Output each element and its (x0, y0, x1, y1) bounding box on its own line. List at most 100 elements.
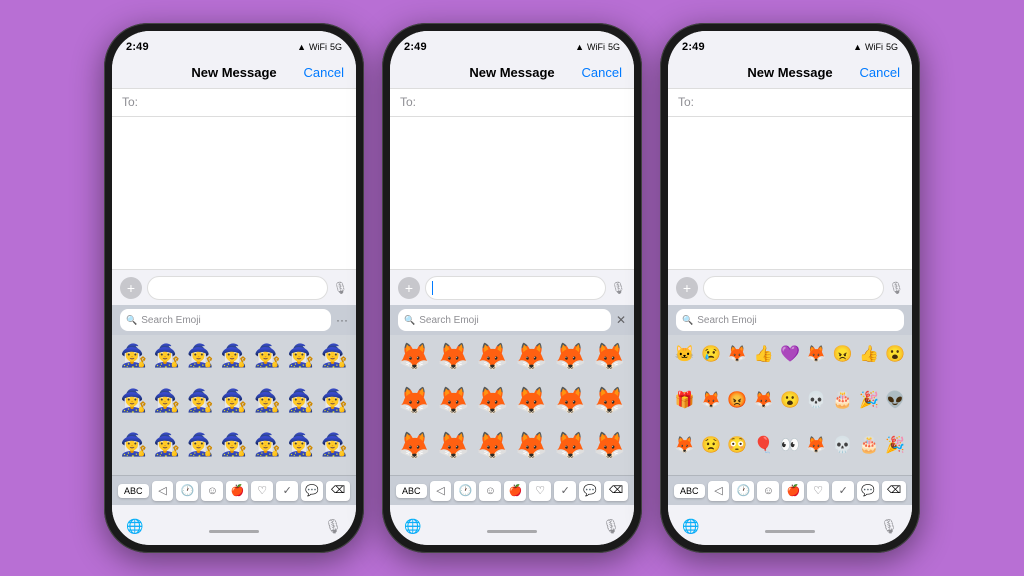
emoji-cell[interactable]: 👍 (751, 337, 776, 371)
text-input-1[interactable] (147, 276, 328, 300)
heart-icon-1[interactable]: ♡ (251, 481, 273, 501)
speech-icon-2[interactable]: 💬 (579, 481, 601, 501)
emoji-cell[interactable]: 🦊 (396, 384, 433, 418)
emoji-cell[interactable]: 🦊 (698, 383, 723, 417)
emoji-cell[interactable]: 🧙‍♀️ (218, 339, 249, 373)
recent-icon-2[interactable]: 🕐 (454, 481, 476, 501)
delete-button-3[interactable]: ⌫ (882, 481, 906, 501)
emoji-cell[interactable]: 💜 (777, 337, 802, 371)
mic-button-1[interactable]: 🎙 (324, 518, 342, 535)
nature-icon-1[interactable]: 🍎 (226, 481, 248, 501)
heart-icon-2[interactable]: ♡ (529, 481, 551, 501)
nature-icon-3[interactable]: 🍎 (782, 481, 804, 501)
check-icon-1[interactable]: ✓ (276, 481, 298, 501)
emoji-cell[interactable]: 🦊 (591, 384, 628, 418)
emoji-cell[interactable]: 🦊 (474, 339, 511, 373)
emoji-cell[interactable]: 💀 (830, 428, 855, 462)
emoji-cell[interactable]: 🧙‍♀️ (218, 428, 249, 462)
emoji-cell[interactable]: 🧙‍♀️ (319, 339, 350, 373)
emoji-cell[interactable]: 🦊 (435, 384, 472, 418)
mic-icon-2[interactable]: 🎙 (611, 281, 626, 295)
emoji-cell[interactable]: 🦊 (751, 383, 776, 417)
emoji-cell[interactable]: 🦊 (435, 339, 472, 373)
speech-icon-3[interactable]: 💬 (857, 481, 879, 501)
globe-icon-2[interactable]: 🌐 (404, 518, 421, 535)
mic-icon-1[interactable]: 🎙 (333, 281, 348, 295)
smiley-icon-2[interactable]: ☺ (479, 481, 501, 501)
emoji-cell[interactable]: 🎂 (856, 428, 881, 462)
emoji-cell[interactable]: 🦊 (804, 428, 829, 462)
text-input-2[interactable] (425, 276, 606, 300)
globe-icon-1[interactable]: 🌐 (126, 518, 143, 535)
emoji-cell[interactable]: 🧙‍♀️ (118, 339, 149, 373)
emoji-cell[interactable]: 🎁 (672, 383, 697, 417)
back-arrow-2[interactable]: ◁ (430, 481, 452, 501)
cancel-button-2[interactable]: Cancel (582, 65, 622, 80)
emoji-cell[interactable]: 🧙‍♀️ (185, 428, 216, 462)
emoji-search-input-2[interactable]: 🔍 Search Emoji (398, 309, 611, 331)
emoji-cell[interactable]: 🧙‍♀️ (185, 384, 216, 418)
emoji-cell[interactable]: 🧙‍♀️ (118, 428, 149, 462)
emoji-cell[interactable]: 😟 (698, 428, 723, 462)
nature-icon-2[interactable]: 🍎 (504, 481, 526, 501)
recent-icon-3[interactable]: 🕐 (732, 481, 754, 501)
emoji-cell[interactable]: 🦊 (804, 337, 829, 371)
emoji-cell[interactable]: 😮 (883, 337, 908, 371)
message-area-3[interactable] (668, 117, 912, 269)
emoji-cell[interactable]: 🦊 (552, 384, 589, 418)
emoji-cell[interactable]: 😡 (725, 383, 750, 417)
emoji-cell[interactable]: 💀 (804, 383, 829, 417)
abc-button-3[interactable]: ABC (674, 484, 705, 498)
cancel-button-3[interactable]: Cancel (860, 65, 900, 80)
check-icon-3[interactable]: ✓ (832, 481, 854, 501)
emoji-cell[interactable]: 🦊 (474, 384, 511, 418)
delete-button-1[interactable]: ⌫ (326, 481, 350, 501)
emoji-cell[interactable]: 🦊 (435, 428, 472, 462)
message-area-2[interactable] (390, 117, 634, 269)
emoji-cell[interactable]: 😮 (777, 383, 802, 417)
emoji-cell[interactable]: 🦊 (552, 428, 589, 462)
emoji-cell[interactable]: 🦊 (396, 339, 433, 373)
emoji-cell[interactable]: 🧙‍♀️ (319, 428, 350, 462)
emoji-cell[interactable]: 👽 (883, 383, 908, 417)
emoji-cell[interactable]: 🧙‍♀️ (285, 339, 316, 373)
emoji-cell[interactable]: 🧙‍♀️ (151, 428, 182, 462)
speech-icon-1[interactable]: 💬 (301, 481, 323, 501)
emoji-cell[interactable]: 🎉 (883, 428, 908, 462)
emoji-cell[interactable]: 🦊 (725, 337, 750, 371)
emoji-cell[interactable]: 🧙‍♀️ (285, 384, 316, 418)
emoji-cell[interactable]: 🧙‍♀️ (151, 339, 182, 373)
plus-button-2[interactable]: + (398, 277, 420, 299)
emoji-close-icon-2[interactable]: ✕ (616, 313, 626, 327)
emoji-cell[interactable]: 😳 (725, 428, 750, 462)
abc-button-1[interactable]: ABC (118, 484, 149, 498)
emoji-cell[interactable]: 🧙‍♀️ (319, 384, 350, 418)
to-field-3[interactable]: To: (668, 89, 912, 117)
emoji-cell[interactable]: 🦊 (591, 428, 628, 462)
back-arrow-1[interactable]: ◁ (152, 481, 174, 501)
emoji-cell[interactable]: 😢 (698, 337, 723, 371)
message-area-1[interactable] (112, 117, 356, 269)
emoji-cell[interactable]: 🧙‍♀️ (185, 339, 216, 373)
emoji-cell[interactable]: 🧙‍♀️ (218, 384, 249, 418)
emoji-cell[interactable]: 🦊 (513, 339, 550, 373)
emoji-cell[interactable]: 🦊 (513, 384, 550, 418)
heart-icon-3[interactable]: ♡ (807, 481, 829, 501)
abc-button-2[interactable]: ABC (396, 484, 427, 498)
smiley-icon-3[interactable]: ☺ (757, 481, 779, 501)
emoji-cell[interactable]: 🎈 (751, 428, 776, 462)
emoji-cell[interactable]: 🦊 (672, 428, 697, 462)
emoji-cell[interactable]: 🧙‍♀️ (151, 384, 182, 418)
mic-icon-3[interactable]: 🎙 (889, 281, 904, 295)
emoji-cell[interactable]: 🦊 (513, 428, 550, 462)
globe-icon-3[interactable]: 🌐 (682, 518, 699, 535)
emoji-cell[interactable]: 🧙‍♀️ (285, 428, 316, 462)
emoji-cell[interactable]: 🧙‍♀️ (252, 384, 283, 418)
emoji-search-input-1[interactable]: 🔍 Search Emoji (120, 309, 331, 331)
mic-button-3[interactable]: 🎙 (880, 518, 898, 535)
emoji-more-icon-1[interactable]: ··· (336, 313, 348, 327)
back-arrow-3[interactable]: ◁ (708, 481, 730, 501)
emoji-cell[interactable]: 🎂 (830, 383, 855, 417)
emoji-cell[interactable]: 🦊 (552, 339, 589, 373)
to-field-2[interactable]: To: (390, 89, 634, 117)
